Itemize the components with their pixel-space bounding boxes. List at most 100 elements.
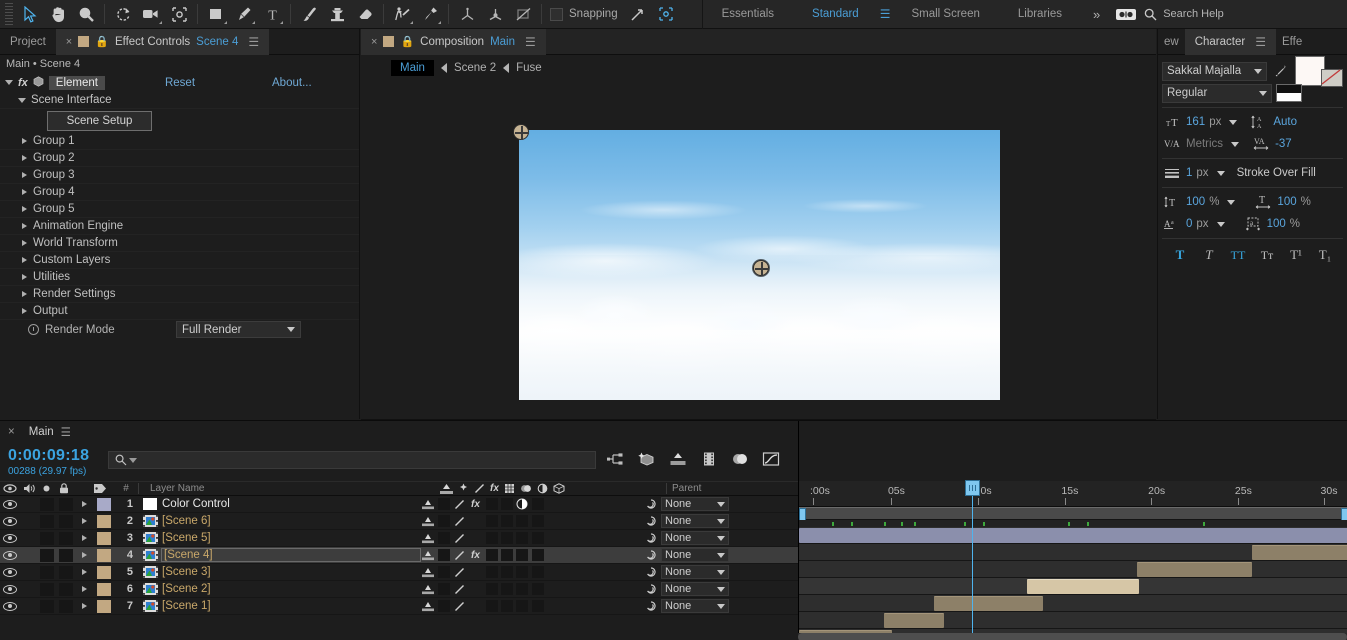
- parent-dropdown[interactable]: None: [661, 582, 729, 596]
- layer-label-color[interactable]: [92, 496, 116, 513]
- tab-preview[interactable]: ew: [1158, 29, 1185, 55]
- layer-disclosure-icon[interactable]: [76, 598, 92, 615]
- parent-pickwhip-icon[interactable]: [641, 547, 661, 564]
- nav-main[interactable]: Main: [391, 59, 434, 76]
- keyframe-marker[interactable]: [851, 522, 854, 526]
- layer-visibility-toggle[interactable]: [0, 581, 20, 598]
- layer-visibility-toggle[interactable]: [0, 496, 20, 513]
- layer-shy-switch[interactable]: [420, 598, 436, 615]
- snap-bounds-icon[interactable]: [652, 2, 680, 27]
- work-area-bar[interactable]: [799, 507, 1347, 521]
- tab-character[interactable]: Character ☰: [1184, 28, 1276, 55]
- close-icon[interactable]: ×: [371, 36, 377, 48]
- scene-interface-section[interactable]: Scene Interface: [0, 92, 359, 109]
- layer-lock-toggle[interactable]: [56, 581, 76, 598]
- layer-anchor-point-center[interactable]: [753, 260, 769, 276]
- group-disclosure-icon[interactable]: [22, 291, 27, 297]
- layer-visibility-toggle[interactable]: [0, 530, 20, 547]
- current-time-indicator[interactable]: [964, 480, 980, 640]
- layer-audio-toggle[interactable]: [20, 530, 38, 547]
- keyframe-marker[interactable]: [900, 522, 903, 526]
- roto-brush-tool-icon[interactable]: [388, 2, 416, 27]
- layer-shy-switch[interactable]: [420, 564, 436, 581]
- layer-name[interactable]: [Scene 5]: [162, 532, 420, 544]
- effect-reset-button[interactable]: Reset: [165, 77, 195, 89]
- scene-setup-button[interactable]: Scene Setup: [47, 111, 152, 131]
- effect-name[interactable]: Element: [48, 75, 105, 90]
- layer-3d-switch[interactable]: [530, 547, 545, 564]
- workspace-small-screen[interactable]: Small Screen: [892, 0, 998, 29]
- layer-name[interactable]: [Scene 1]: [162, 600, 420, 612]
- stroke-width-dropdown-icon[interactable]: [1216, 170, 1225, 176]
- layer-solo-toggle[interactable]: [38, 581, 56, 598]
- effect-group-row[interactable]: Group 2: [0, 150, 359, 167]
- group-disclosure-icon[interactable]: [22, 223, 27, 229]
- parent-pickwhip-icon[interactable]: [641, 598, 661, 615]
- layer-visibility-toggle[interactable]: [0, 598, 20, 615]
- timeline-bar-row[interactable]: [799, 612, 1347, 629]
- layer-motionblur-switch[interactable]: [499, 581, 514, 598]
- panel-menu-icon[interactable]: ☰: [248, 35, 259, 49]
- stroke-width-value[interactable]: 1: [1186, 167, 1192, 179]
- effect-group-row[interactable]: Output: [0, 303, 359, 320]
- type-tool-icon[interactable]: T: [258, 2, 286, 27]
- layer-quality-switch[interactable]: [451, 513, 467, 530]
- layer-shy-switch[interactable]: [420, 496, 436, 513]
- layer-collapse-switch[interactable]: [436, 547, 451, 564]
- layer-audio-toggle[interactable]: [20, 581, 38, 598]
- render-mode-dropdown[interactable]: Full Render: [176, 321, 301, 338]
- layer-solo-toggle[interactable]: [38, 564, 56, 581]
- baseline-dropdown-icon[interactable]: [1216, 221, 1225, 227]
- workspace-sync-icon[interactable]: [1112, 2, 1140, 27]
- tracking-value[interactable]: -37: [1275, 138, 1292, 150]
- parent-pickwhip-icon[interactable]: [641, 513, 661, 530]
- timeline-bar-row[interactable]: [799, 578, 1347, 595]
- motion-blur-icon[interactable]: [729, 447, 751, 471]
- clone-stamp-tool-icon[interactable]: [323, 2, 351, 27]
- layer-lock-toggle[interactable]: [56, 530, 76, 547]
- layer-quality-switch[interactable]: [451, 564, 467, 581]
- group-disclosure-icon[interactable]: [22, 206, 27, 212]
- panel-menu-icon[interactable]: ☰: [61, 425, 71, 439]
- layer-shy-switch[interactable]: [420, 530, 436, 547]
- hand-tool-icon[interactable]: [44, 2, 72, 27]
- stopwatch-icon[interactable]: [28, 324, 39, 335]
- layer-effects-switch[interactable]: fx: [467, 496, 484, 513]
- layer-effects-switch[interactable]: [467, 530, 484, 547]
- axis-view-icon[interactable]: [509, 2, 537, 27]
- tab-effect-controls[interactable]: × 🔒 Effect Controls Scene 4 ☰: [55, 28, 270, 55]
- workspace-menu-icon[interactable]: ☰: [878, 7, 893, 21]
- faux-italic-button[interactable]: T: [1198, 245, 1220, 265]
- pan-behind-tool-icon[interactable]: [165, 2, 193, 27]
- effect-about-button[interactable]: About...: [272, 77, 312, 89]
- nav-back-icon[interactable]: [440, 62, 447, 73]
- parent-dropdown[interactable]: None: [661, 565, 729, 579]
- layer-adjustment-switch[interactable]: [514, 581, 530, 598]
- brush-tool-icon[interactable]: [295, 2, 323, 27]
- composition-viewer[interactable]: [361, 80, 1156, 404]
- pen-tool-icon[interactable]: [230, 2, 258, 27]
- workspace-overflow-icon[interactable]: »: [1081, 7, 1112, 22]
- timeline-search-box[interactable]: [108, 451, 596, 469]
- layer-label-color[interactable]: [92, 564, 116, 581]
- layer-effects-switch[interactable]: [467, 581, 484, 598]
- parent-dropdown[interactable]: None: [661, 548, 729, 562]
- nav-fuse[interactable]: Fuse: [516, 62, 542, 74]
- layer-duration-bar[interactable]: [933, 596, 1044, 611]
- timeline-bar-row[interactable]: [799, 595, 1347, 612]
- tab-composition[interactable]: × 🔒 Composition Main ☰: [361, 28, 546, 55]
- current-time-display[interactable]: 0:00:09:18: [8, 447, 89, 465]
- layer-label-color[interactable]: [92, 530, 116, 547]
- layer-quality-switch[interactable]: [451, 530, 467, 547]
- parent-dropdown[interactable]: None: [661, 514, 729, 528]
- layer-duration-bar[interactable]: [1026, 579, 1140, 594]
- layer-3d-switch[interactable]: [530, 513, 545, 530]
- tab-project[interactable]: Project: [0, 29, 56, 55]
- parent-dropdown[interactable]: None: [661, 497, 729, 511]
- layer-3d-switch[interactable]: [530, 496, 545, 513]
- toolbar-drag-grip[interactable]: [2, 3, 16, 25]
- nav-back-icon-2[interactable]: [503, 62, 510, 73]
- group-disclosure-icon[interactable]: [22, 308, 27, 314]
- kerning-dropdown-icon[interactable]: [1231, 141, 1240, 147]
- layer-adjustment-switch[interactable]: [514, 547, 530, 564]
